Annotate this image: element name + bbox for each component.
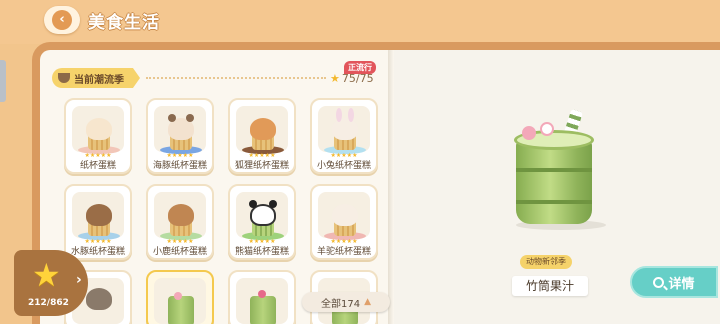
ear-shape <box>348 108 354 122</box>
recipe-name: 熊猫纸杯蛋糕 <box>234 247 289 257</box>
item-image <box>154 192 206 240</box>
book-spine <box>388 50 394 324</box>
divider <box>146 77 326 79</box>
recipe-card-bamboo-drink[interactable] <box>228 270 296 324</box>
recipe-name: 羊驼纸杯蛋糕 <box>316 247 371 257</box>
item-image <box>318 192 370 240</box>
season-progress: ★ 75/75 <box>330 72 374 85</box>
season-tag: 当前潮流季 <box>52 68 140 88</box>
side-scroll-handle[interactable] <box>0 60 6 102</box>
selected-item-image <box>504 108 614 240</box>
back-button[interactable]: ‹ <box>44 6 80 34</box>
selected-item-name: 竹筒果汁 <box>512 276 588 296</box>
progress-value: 75/75 <box>341 72 374 85</box>
capybara-topper <box>86 204 112 226</box>
item-image <box>72 192 124 240</box>
collection-count: 212/862 <box>28 298 69 308</box>
flower-shape <box>174 292 182 300</box>
bunny-topper <box>332 118 358 140</box>
star-icon: ★ <box>330 72 340 85</box>
item-image <box>236 278 288 324</box>
filter-dropdown[interactable]: 全部174 ▲ <box>302 292 390 312</box>
collection-counter[interactable]: ★ 212/862 › <box>14 250 88 316</box>
recipe-name: 海豚纸杯蛋糕 <box>152 161 207 171</box>
berry-shape <box>258 290 266 298</box>
item-image <box>154 106 206 154</box>
flower-shape <box>522 126 536 140</box>
season-badge: 动物新邻季 <box>520 255 572 269</box>
bamboo-cup <box>168 296 194 324</box>
recipe-name: 小鹿纸杯蛋糕 <box>152 247 207 257</box>
bamboo-ring <box>516 168 592 172</box>
item-image <box>72 106 124 154</box>
item-image <box>154 278 206 324</box>
detail-label: 详情 <box>668 276 695 292</box>
fox-topper <box>250 118 276 140</box>
item-image <box>236 192 288 240</box>
item-image <box>236 106 288 154</box>
filter-label: 全部174 <box>320 298 361 310</box>
flower-shape <box>540 122 554 136</box>
bamboo-cup <box>250 296 276 324</box>
season-label: 当前潮流季 <box>74 74 124 86</box>
recipe-card-bamboo-juice[interactable] <box>146 270 214 324</box>
recipe-name: 狐狸纸杯蛋糕 <box>234 161 289 171</box>
page-title: 美食生活 <box>88 13 160 33</box>
ear-shape <box>269 200 277 208</box>
ear-shape <box>249 200 257 208</box>
bowl-icon <box>58 73 70 83</box>
star-icon: ★ <box>32 256 61 294</box>
ear-shape <box>168 114 176 122</box>
item-image <box>318 106 370 154</box>
cream-topper <box>86 118 112 140</box>
ear-shape <box>336 108 342 122</box>
ear-shape <box>186 114 194 122</box>
deer-topper <box>168 204 194 226</box>
bamboo-ring <box>516 200 592 204</box>
search-icon <box>653 276 665 288</box>
back-arrow-icon: ‹ <box>52 10 72 30</box>
raccoon-topper <box>86 288 112 310</box>
recipe-name: 小兔纸杯蛋糕 <box>316 161 371 171</box>
detail-button[interactable]: 详情 <box>630 266 718 298</box>
bamboo-cup <box>516 138 592 224</box>
recipe-name: 纸杯蛋糕 <box>79 161 116 171</box>
chevron-right-icon: › <box>76 272 82 288</box>
chevron-up-icon: ▲ <box>364 297 371 307</box>
alpaca-topper <box>332 204 358 226</box>
